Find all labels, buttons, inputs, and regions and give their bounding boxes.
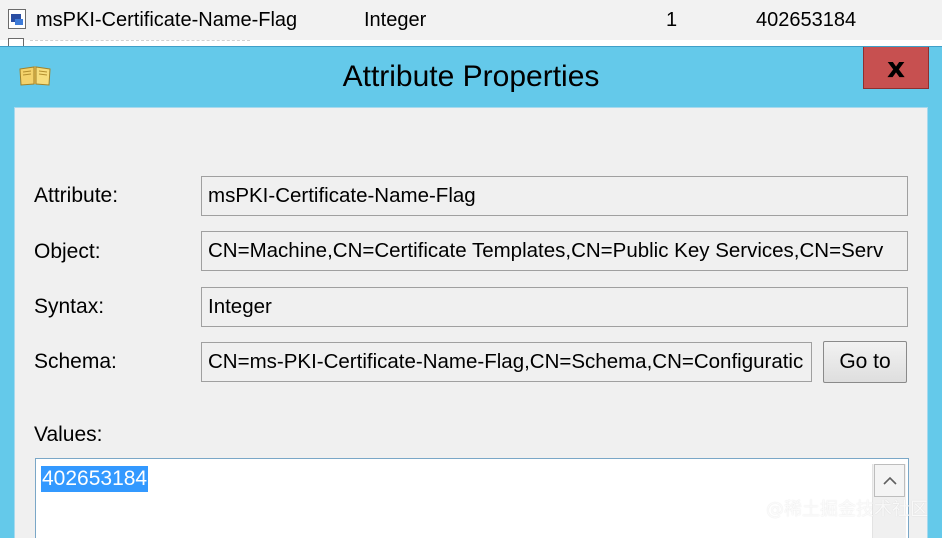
- list-cell-value: 402653184: [756, 9, 857, 31]
- list-cell-syntax: Integer: [364, 9, 427, 31]
- title-bar[interactable]: Attribute Properties x: [0, 47, 942, 107]
- attribute-label: Attribute:: [34, 184, 119, 207]
- list-cell-name: msPKI-Certificate-Name-Flag: [36, 9, 298, 31]
- attribute-properties-dialog: Attribute Properties x Attribute: msPKI-…: [0, 46, 942, 538]
- values-label: Values:: [34, 423, 103, 446]
- watermark: @稀土掘金技术社区: [766, 499, 928, 520]
- syntax-field[interactable]: Integer: [201, 287, 908, 327]
- attribute-icon: [8, 9, 26, 29]
- list-row[interactable]: msPKI-Certificate-Name-Flag Integer 1 40…: [0, 0, 942, 40]
- dialog-body: Attribute: msPKI-Certificate-Name-Flag O…: [14, 107, 928, 538]
- values-list-item-selected[interactable]: 402653184: [41, 466, 149, 492]
- list-cell-count: 1: [666, 9, 678, 31]
- screen: msPKI-Certificate-Name-Flag Integer 1 40…: [0, 0, 942, 538]
- dialog-title: Attribute Properties: [342, 60, 600, 93]
- attribute-field[interactable]: msPKI-Certificate-Name-Flag: [201, 176, 908, 216]
- schema-field[interactable]: CN=ms-PKI-Certificate-Name-Flag,CN=Schem…: [201, 342, 812, 382]
- schema-label: Schema:: [34, 350, 117, 373]
- go-to-button[interactable]: Go to: [823, 341, 907, 383]
- close-button[interactable]: x: [863, 47, 929, 89]
- object-label: Object:: [34, 240, 101, 263]
- close-icon: x: [886, 50, 906, 84]
- scroll-up-button[interactable]: [874, 464, 905, 497]
- syntax-label: Syntax:: [34, 295, 105, 318]
- object-field[interactable]: CN=Machine,CN=Certificate Templates,CN=P…: [201, 231, 908, 271]
- chevron-up-icon: [882, 476, 897, 485]
